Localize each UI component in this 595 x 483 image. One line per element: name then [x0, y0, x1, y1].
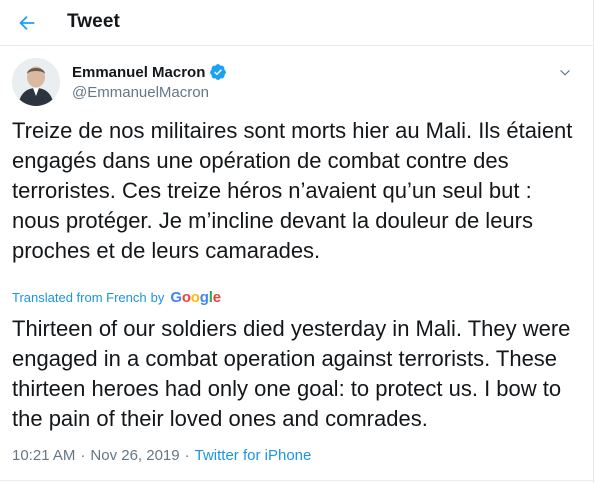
tweet-source-link[interactable]: Twitter for iPhone [195, 447, 312, 464]
meta-separator: · [184, 447, 190, 464]
tweet-detail-panel: Tweet Emmanuel Macron @EmmanuelMacron Tr… [0, 0, 594, 483]
more-options-button[interactable] [554, 62, 576, 84]
tweet-date[interactable]: Nov 26, 2019 [90, 447, 179, 464]
page-title: Tweet [67, 11, 120, 32]
tweet-text: Treize de nos militaires sont morts hier… [12, 118, 573, 263]
translation-attribution: Translated from French by Google [12, 289, 221, 306]
chevron-down-icon [560, 70, 570, 76]
translated-text: Thirteen of our soldiers died yesterday … [12, 316, 571, 431]
meta-separator: · [80, 447, 86, 464]
author-name[interactable]: Emmanuel Macron [72, 64, 205, 81]
tweet-metadata: 10:21 AM · Nov 26, 2019 · Twitter for iP… [12, 447, 311, 464]
author-name-row: Emmanuel Macron [72, 63, 227, 81]
translation-by-label: by [150, 290, 165, 305]
verified-badge-icon [210, 64, 227, 80]
avatar[interactable] [12, 58, 60, 106]
author-handle[interactable]: @EmmanuelMacron [72, 84, 209, 101]
profile-photo-icon [12, 58, 60, 106]
arrow-left-icon [19, 15, 35, 31]
divider [0, 480, 594, 481]
header-bar: Tweet [0, 0, 594, 46]
translated-from-label: Translated from French [12, 290, 147, 305]
back-button[interactable] [10, 6, 44, 40]
tweet-time[interactable]: 10:21 AM [12, 447, 75, 464]
google-logo: Google [170, 289, 221, 306]
